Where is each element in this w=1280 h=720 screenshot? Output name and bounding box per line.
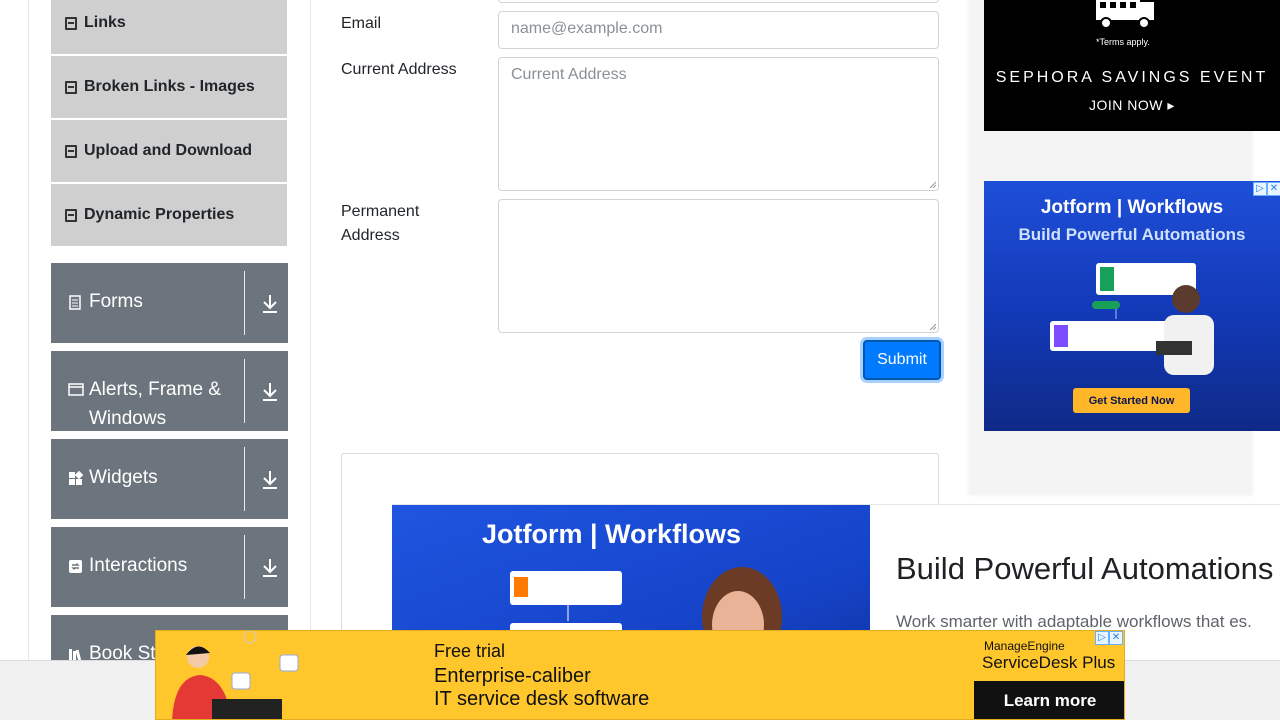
divider xyxy=(244,535,245,599)
adchoices-icon[interactable]: ▷ xyxy=(1253,182,1267,196)
sidebar-item-upload-download[interactable]: Upload and Download xyxy=(51,120,287,182)
sidebar-item-dynamic-properties[interactable]: Dynamic Properties xyxy=(51,184,287,246)
jotform-headline: Build Powerful Automations xyxy=(1018,225,1246,244)
current-address-label: Current Address xyxy=(341,61,457,78)
download-icon[interactable] xyxy=(259,379,281,403)
sephora-event: SEPHORA SAVINGS EVENT xyxy=(995,69,1269,86)
jotform-brand: Jotform | Workflows xyxy=(1040,197,1224,218)
sephora-join-link[interactable]: JOIN NOW ▸ xyxy=(984,97,1280,114)
email-field[interactable]: name@example.com xyxy=(498,11,939,49)
resize-handle-icon[interactable] xyxy=(928,180,936,188)
page: Links Broken Links - Images Upload and D… xyxy=(0,0,1280,720)
servicedesk-plus-logo: ServiceDesk Plus xyxy=(982,653,1116,672)
html5-icon xyxy=(65,144,77,158)
sidebar-group-widgets[interactable]: Widgets xyxy=(51,439,288,519)
interactions-icon xyxy=(68,559,83,574)
group-label: Alerts, Frame & Windows xyxy=(89,379,221,429)
banner-line-2: Enterprise-caliber xyxy=(434,665,591,687)
sidebar-group-alerts[interactable]: Alerts, Frame & Windows xyxy=(51,351,288,431)
sidebar-item-label: Broken Links - Images xyxy=(84,78,255,95)
divider xyxy=(244,271,245,335)
sidebar-item-label: Dynamic Properties xyxy=(84,206,235,223)
learn-more-button[interactable]: Learn more xyxy=(974,681,1124,719)
illustration-person-laptop xyxy=(172,631,299,719)
sidebar-item-links[interactable]: Links xyxy=(51,0,287,54)
sidebar-item-label: Links xyxy=(84,14,126,31)
get-started-button[interactable]: Get Started Now xyxy=(1073,388,1190,413)
sidebar-group-forms[interactable]: Forms xyxy=(51,263,288,343)
jotform-big-title: Build Powerful Automations xyxy=(896,551,1274,586)
banner-line-1: Free trial xyxy=(434,641,506,661)
sidebar-item-label: Upload and Download xyxy=(84,142,252,159)
html5-icon xyxy=(65,16,77,30)
html5-icon xyxy=(65,80,77,94)
jotform-big-brand: Jotform | Workflows xyxy=(482,519,742,549)
jotform-side-ad[interactable]: Jotform | Workflows Build Powerful Autom… xyxy=(984,181,1280,431)
adchoices-icon[interactable]: ▷ xyxy=(1095,631,1109,645)
current-address-placeholder: Current Address xyxy=(511,66,627,83)
download-icon[interactable] xyxy=(259,291,281,315)
window-icon xyxy=(68,382,84,397)
submit-button[interactable]: Submit xyxy=(863,340,941,380)
document-icon xyxy=(68,295,83,310)
group-label: Widgets xyxy=(89,467,158,488)
close-ad-icon[interactable]: ✕ xyxy=(1109,631,1123,645)
truck-icon xyxy=(1096,0,1154,29)
sephora-terms: *Terms apply. xyxy=(1096,37,1150,47)
workflow-illustration xyxy=(1050,263,1214,375)
group-label: Interactions xyxy=(89,555,188,576)
input-top-edge xyxy=(498,0,939,3)
sephora-ad[interactable]: *Terms apply. SEPHORA SAVINGS EVENT JOIN… xyxy=(984,0,1280,131)
current-address-field[interactable]: Current Address xyxy=(498,57,939,191)
close-ad-icon[interactable]: ✕ xyxy=(1267,182,1280,196)
divider xyxy=(244,359,245,423)
divider xyxy=(244,447,245,511)
group-label: Forms xyxy=(89,291,143,312)
widgets-icon xyxy=(68,470,84,486)
email-placeholder: name@example.com xyxy=(511,20,663,37)
download-icon[interactable] xyxy=(259,467,281,491)
sidebar-group-interactions[interactable]: Interactions xyxy=(51,527,288,607)
sidebar: Links Broken Links - Images Upload and D… xyxy=(28,0,311,720)
email-label: Email xyxy=(341,15,382,32)
banner-line-3: IT service desk software xyxy=(434,688,650,710)
resize-handle-icon[interactable] xyxy=(928,322,936,330)
manageengine-logo: ManageEngine xyxy=(984,639,1065,653)
manageengine-banner-ad[interactable]: Free trial Enterprise-caliber IT service… xyxy=(155,630,1125,720)
download-icon[interactable] xyxy=(259,555,281,579)
permanent-address-field[interactable] xyxy=(498,199,939,333)
html5-icon xyxy=(65,208,77,222)
jotform-big-description: Work smarter with adaptable workflows th… xyxy=(896,612,1252,631)
permanent-address-label: Permanent Address xyxy=(341,203,420,244)
sidebar-item-broken-links[interactable]: Broken Links - Images xyxy=(51,56,287,118)
